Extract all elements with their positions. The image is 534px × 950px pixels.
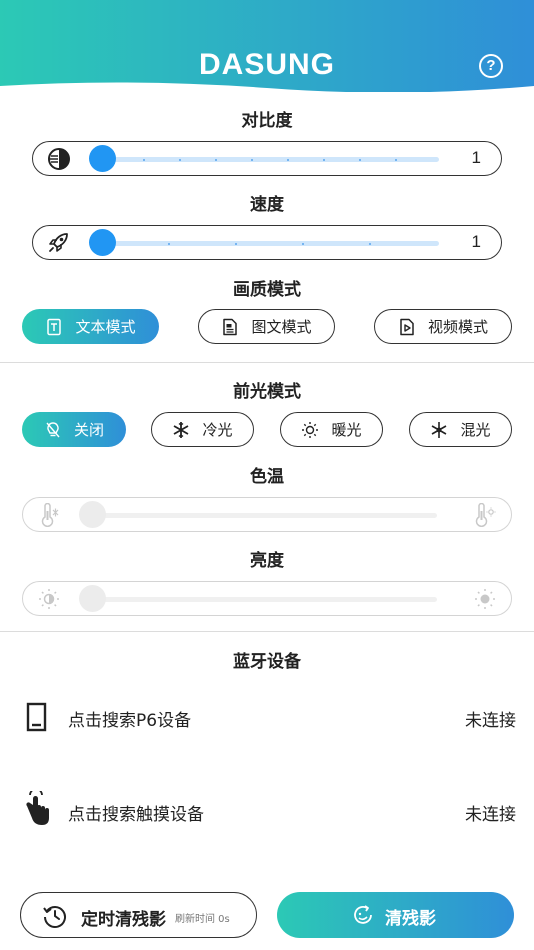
contrast-slider[interactable]: 1 — [32, 141, 502, 176]
refresh-time-text: 刷新时间 0s — [175, 914, 230, 925]
contrast-tick — [287, 158, 289, 161]
mode-image-text-button[interactable]: 图文模式 — [198, 309, 335, 344]
clear-ghosting-label: 清残影 — [385, 909, 436, 929]
image-text-icon — [223, 318, 238, 335]
contrast-tick — [251, 158, 253, 161]
contrast-tick — [395, 158, 397, 161]
speed-tick — [168, 242, 170, 245]
text-doc-icon — [47, 318, 62, 335]
dim-sun-icon — [39, 589, 59, 609]
refresh-face-icon — [354, 905, 372, 924]
snowflake-icon — [174, 421, 189, 438]
bt-device-label: 点击搜索触摸设备 — [68, 805, 204, 825]
contrast-tick — [215, 158, 217, 161]
speed-slider[interactable]: 1 — [32, 225, 502, 260]
brightness-track[interactable] — [91, 597, 437, 602]
contrast-tick — [143, 158, 145, 161]
bt-device-row-p6[interactable]: 点击搜索P6设备 未连接 — [0, 691, 534, 741]
light-cold-label: 冷光 — [202, 421, 233, 439]
bluetooth-title: 蓝牙设备 — [233, 652, 301, 672]
light-warm-button[interactable]: 暖光 — [280, 412, 383, 447]
mode-video-button[interactable]: 视频模式 — [374, 309, 512, 344]
monitor-device-icon — [26, 702, 47, 732]
bt-device-label: 点击搜索P6设备 — [68, 711, 192, 731]
contrast-slider-knob[interactable] — [89, 145, 116, 172]
speed-track[interactable] — [101, 241, 439, 246]
brightness-title: 亮度 — [250, 551, 284, 571]
brightness-knob[interactable] — [79, 585, 106, 612]
brand-title: DASUNG — [198, 48, 335, 81]
contrast-tick — [323, 158, 325, 161]
video-icon — [400, 318, 414, 335]
bt-device-status: 未连接 — [465, 805, 516, 825]
contrast-tick — [359, 158, 361, 161]
timer-icon — [43, 906, 66, 928]
contrast-title: 对比度 — [241, 111, 293, 131]
mode-video-label: 视频模式 — [427, 318, 488, 336]
clear-ghosting-button[interactable]: 清残影 — [277, 892, 514, 938]
light-cold-button[interactable]: 冷光 — [151, 412, 254, 447]
speed-tick — [302, 242, 304, 245]
light-off-icon — [46, 421, 60, 437]
rocket-icon — [49, 233, 68, 252]
bt-device-row-touch[interactable]: 点击搜索触摸设备 未连接 — [0, 785, 534, 835]
frontlight-title: 前光模式 — [233, 382, 301, 402]
mode-text-button[interactable]: 文本模式 — [22, 309, 159, 344]
contrast-icon — [48, 148, 70, 170]
touch-hand-icon — [26, 791, 49, 825]
app-header: DASUNG ? — [0, 0, 534, 92]
mode-image-text-label: 图文模式 — [251, 318, 312, 336]
contrast-tick — [179, 158, 181, 161]
timed-clear-ghosting-button[interactable]: 定时清残影 刷新时间 0s — [20, 892, 257, 938]
light-off-label: 关闭 — [73, 421, 104, 439]
light-off-button[interactable]: 关闭 — [22, 412, 126, 447]
speed-tick — [369, 242, 371, 245]
color-temp-knob[interactable] — [79, 501, 106, 528]
speed-tick — [235, 242, 237, 245]
bright-sun-icon — [475, 589, 495, 609]
light-mixed-button[interactable]: 混光 — [409, 412, 512, 447]
speed-title: 速度 — [250, 195, 284, 215]
help-icon[interactable]: ? — [479, 54, 503, 78]
sun-icon — [302, 421, 319, 438]
timer-label: 定时清残影 — [81, 910, 166, 930]
speed-slider-knob[interactable] — [89, 229, 116, 256]
color-temp-track[interactable] — [91, 513, 437, 518]
quality-title: 画质模式 — [233, 280, 301, 300]
thermometer-warm-icon — [475, 503, 496, 527]
bt-device-status: 未连接 — [465, 711, 516, 731]
thermometer-cold-icon — [41, 503, 59, 527]
contrast-track[interactable] — [101, 157, 439, 162]
brightness-slider[interactable] — [22, 581, 512, 616]
speed-value: 1 — [471, 232, 481, 251]
color-temp-title: 色温 — [250, 467, 284, 487]
contrast-value: 1 — [471, 148, 481, 167]
section-divider — [0, 631, 534, 632]
section-divider — [0, 362, 534, 363]
light-mixed-label: 混光 — [460, 421, 491, 439]
color-temp-slider[interactable] — [22, 497, 512, 532]
light-warm-label: 暖光 — [331, 421, 362, 439]
mixed-light-icon — [432, 421, 447, 438]
mode-text-label: 文本模式 — [75, 318, 136, 336]
